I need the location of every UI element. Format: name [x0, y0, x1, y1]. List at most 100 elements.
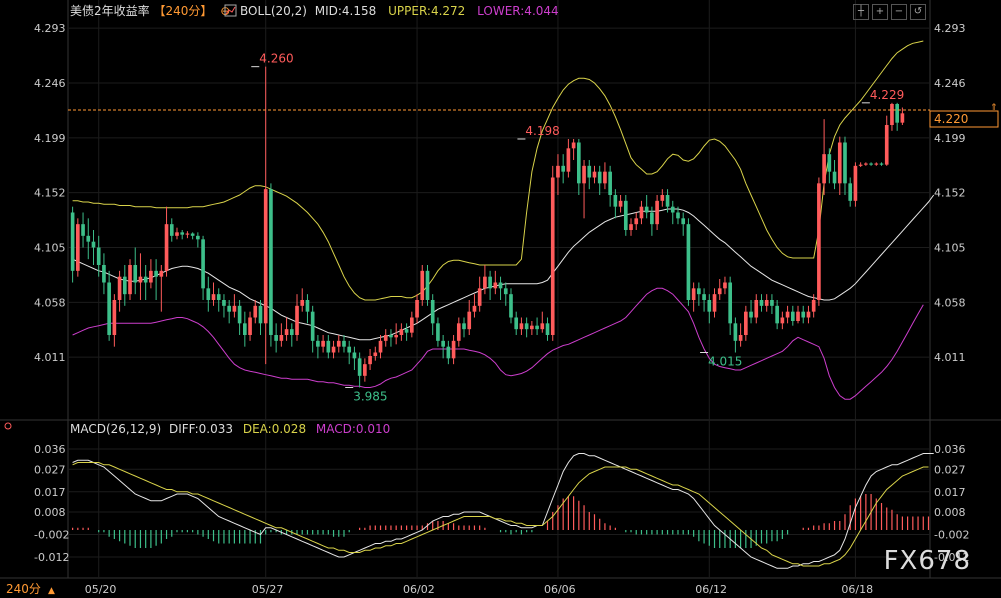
candle-up: [890, 104, 894, 125]
date-tick: 06/06: [544, 583, 576, 596]
candle-up: [764, 300, 769, 306]
price-tick-left: 4.199: [34, 132, 66, 145]
candle-down: [326, 340, 331, 353]
candle-up: [618, 200, 623, 207]
candle-down: [790, 311, 795, 321]
candle-down: [623, 200, 628, 230]
macd-tick-left: 0.008: [34, 506, 66, 519]
macd-tick-left: -0.002: [34, 529, 69, 542]
instrument-title: 美债2年收益率: [70, 3, 150, 18]
candle-up: [394, 335, 398, 338]
price-tick-right: 4.011: [934, 351, 966, 364]
candle-up: [159, 270, 164, 277]
macd-dea-line: [72, 462, 929, 567]
candle-down: [759, 300, 764, 306]
candle-down: [201, 239, 205, 289]
candle-down: [310, 311, 315, 341]
candle-up: [530, 325, 534, 330]
candle-up: [284, 329, 289, 335]
candle-down: [96, 247, 101, 265]
candle-down: [801, 311, 806, 318]
candle-down: [107, 282, 111, 335]
candle-up: [723, 282, 727, 289]
candle-up: [383, 335, 388, 341]
candle-up: [806, 311, 811, 318]
candle-down: [305, 300, 310, 312]
candle-down: [357, 358, 362, 376]
chart-svg: 4.260 3.985 4.198 4.015 4.229 4.293 4.293 4.24…: [0, 0, 1001, 596]
candle-up: [603, 171, 607, 184]
candle-down: [827, 154, 832, 172]
candlesticks: [70, 66, 905, 388]
candle-up: [76, 224, 80, 271]
candle-up: [837, 142, 842, 184]
reset-icon[interactable]: ↺: [910, 4, 926, 20]
candle-down: [154, 270, 158, 277]
candle-up: [540, 323, 545, 330]
crosshair-icon[interactable]: ┼: [853, 4, 869, 20]
candle-down: [222, 300, 226, 306]
candle-up: [754, 300, 759, 318]
macd-indicator-dot-icon[interactable]: [4, 422, 12, 430]
date-tick: 05/20: [85, 583, 117, 596]
macd-value: MACD:0.010: [316, 422, 390, 436]
period-label[interactable]: 【240分】: [153, 4, 212, 18]
candle-up: [853, 165, 858, 201]
macd-tick-left: -0.012: [34, 551, 69, 564]
candle-up: [149, 270, 153, 283]
bollinger-bands: [72, 40, 935, 400]
candle-down: [681, 218, 686, 225]
candle-down: [608, 171, 612, 195]
candle-down: [342, 340, 346, 347]
zoom-out-icon[interactable]: −: [891, 4, 907, 20]
macd-tick-right: -0.002: [934, 529, 969, 542]
candle-up: [456, 323, 461, 341]
period-dropdown-icon[interactable]: ▲: [48, 586, 55, 596]
price-arrow-icon: ⇑: [990, 103, 998, 113]
candle-up: [472, 305, 477, 312]
candle-down: [430, 300, 435, 324]
price-tick-right: 4.152: [934, 187, 966, 200]
macd-tick-left: 0.036: [34, 443, 66, 456]
macd-tick-right: 0.008: [934, 506, 966, 519]
candle-up: [691, 288, 696, 300]
candle-up: [780, 317, 785, 324]
candle-down: [180, 232, 185, 235]
candle-up: [900, 113, 905, 123]
candle-up: [263, 189, 268, 324]
macd-diff: DIFF:0.033: [169, 422, 233, 436]
candle-down: [503, 288, 508, 295]
candle-down: [86, 235, 91, 242]
candle-up: [744, 311, 748, 335]
boll-lower: LOWER:4.044: [477, 4, 559, 18]
candle-up: [785, 311, 790, 318]
candle-up: [331, 346, 336, 353]
macd-diff-line: [72, 453, 934, 569]
candle-down: [143, 276, 148, 283]
candle-down: [650, 212, 654, 225]
candle-down: [670, 206, 675, 213]
candle-up: [420, 270, 425, 300]
candle-down: [545, 323, 550, 335]
candle-up: [566, 148, 571, 172]
candle-down: [749, 311, 753, 318]
candle-up: [164, 224, 169, 271]
candle-down: [848, 183, 853, 201]
candle-up: [571, 142, 576, 149]
candle-down: [352, 352, 357, 359]
candle-down: [169, 224, 174, 236]
candle-down: [869, 163, 873, 165]
footer-period[interactable]: 240分: [6, 582, 41, 596]
boll-upper-line: [72, 40, 924, 301]
zoom-in-icon[interactable]: +: [872, 4, 888, 20]
candle-down: [498, 282, 503, 289]
candle-down: [775, 305, 779, 324]
candle-up: [582, 165, 586, 184]
svg-text:MACD(26,12,9) DIFF:0.033: MACD(26,12,9) DIFF:0.033 DEA:0.028 MACD:…: [70, 422, 390, 436]
date-tick: 05/27: [252, 583, 284, 596]
boll-upper: UPPER:4.272: [388, 4, 465, 18]
svg-text:美债2年收益率 【240分】 ⊖: 美债2年收益率 【240分】 ⊖: [70, 3, 230, 18]
candle-up: [112, 300, 117, 335]
candle-up: [884, 125, 889, 165]
candle-down: [509, 294, 513, 318]
